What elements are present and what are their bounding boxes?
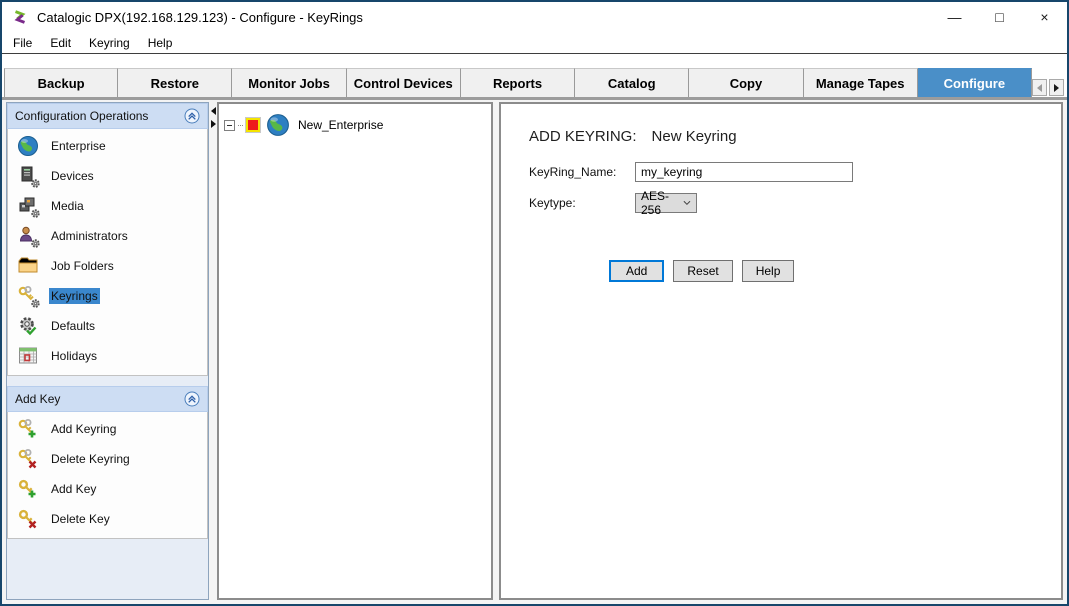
calendar-icon [17, 345, 39, 367]
sidebar-item-label: Job Folders [49, 258, 116, 274]
form-heading-label: ADD KEYRING: [529, 128, 637, 145]
keytype-row: Keytype: AES-256 [529, 193, 1051, 213]
sidebar-item-media[interactable]: Media [8, 191, 207, 221]
sidebar-item-holidays[interactable]: Holidays [8, 341, 207, 371]
reset-button[interactable]: Reset [673, 260, 732, 282]
keys-gear-icon [17, 285, 39, 307]
sidebar-item-add-keyring[interactable]: Add Keyring [8, 414, 207, 444]
media-gear-icon [17, 195, 39, 217]
sidebar-item-label: Add Key [49, 481, 98, 497]
tree-collapse-icon[interactable] [224, 120, 235, 131]
menu-bar: File Edit Keyring Help [2, 32, 1067, 54]
keys-delete-icon [17, 448, 39, 470]
server-gear-icon [17, 165, 39, 187]
tree-node-label: New_Enterprise [298, 118, 383, 132]
keyring-name-label: KeyRing_Name: [529, 165, 635, 179]
menu-file[interactable]: File [4, 34, 41, 52]
keytype-select[interactable]: AES-256 [635, 193, 697, 213]
tree-checkbox-selected[interactable] [246, 118, 260, 132]
sidebar-list-add-key: Add Keyring Delete Keyring [7, 412, 208, 539]
tab-scroll-controls [1032, 79, 1064, 96]
sidebar-item-job-folders[interactable]: Job Folders [8, 251, 207, 281]
globe-icon [266, 113, 290, 137]
sidebar-item-delete-keyring[interactable]: Delete Keyring [8, 444, 207, 474]
catalogic-logo-icon [11, 8, 29, 26]
help-button[interactable]: Help [742, 260, 795, 282]
chevron-down-icon [683, 200, 691, 206]
key-plus-icon [17, 478, 39, 500]
chevron-double-up-icon[interactable] [184, 391, 200, 407]
key-delete-icon [17, 508, 39, 530]
tab-reports[interactable]: Reports [461, 68, 575, 97]
sidebar-item-defaults[interactable]: Defaults [8, 311, 207, 341]
tab-backup[interactable]: Backup [4, 68, 118, 97]
sidebar-item-label: Delete Keyring [49, 451, 132, 467]
sidebar-item-label: Enterprise [49, 138, 108, 154]
chevron-double-up-icon[interactable] [184, 108, 200, 124]
sidebar-item-label: Holidays [49, 348, 99, 364]
tab-copy[interactable]: Copy [689, 68, 803, 97]
form-buttons: Add Reset Help [609, 260, 1051, 282]
tab-monitor-jobs[interactable]: Monitor Jobs [232, 68, 346, 97]
gear-check-icon [17, 315, 39, 337]
app-window: Catalogic DPX(192.168.129.123) - Configu… [0, 0, 1069, 606]
tab-catalog[interactable]: Catalog [575, 68, 689, 97]
close-icon[interactable]: × [1022, 2, 1067, 32]
sidebar-item-label: Add Keyring [49, 421, 118, 437]
folder-icon [17, 255, 39, 277]
section-title: Add Key [15, 392, 60, 406]
tree-node-new-enterprise[interactable]: New_Enterprise [224, 113, 486, 137]
enterprise-tree-panel: New_Enterprise [217, 102, 493, 600]
sidebar-item-keyrings[interactable]: Keyrings [8, 281, 207, 311]
keys-plus-icon [17, 418, 39, 440]
tab-scroll-right-icon[interactable] [1049, 79, 1064, 96]
main-content: Configuration Operations Enterpr [2, 100, 1067, 604]
splitter-collapse-left-icon[interactable] [211, 107, 216, 115]
add-button[interactable]: Add [609, 260, 664, 282]
sidebar-item-label: Devices [49, 168, 96, 184]
window-title: Catalogic DPX(192.168.129.123) - Configu… [37, 10, 363, 25]
maximize-icon[interactable]: □ [977, 2, 1022, 32]
sidebar-section-configuration-operations[interactable]: Configuration Operations [7, 103, 208, 129]
form-heading: ADD KEYRING: New Keyring [529, 128, 1051, 145]
keytype-label: Keytype: [529, 196, 635, 210]
section-title: Configuration Operations [15, 109, 148, 123]
keyring-name-input[interactable] [635, 162, 853, 182]
sidebar-item-label: Media [49, 198, 86, 214]
tab-control-devices[interactable]: Control Devices [347, 68, 461, 97]
form-heading-value: New Keyring [652, 128, 737, 145]
sidebar-item-enterprise[interactable]: Enterprise [8, 131, 207, 161]
sidebar-item-label: Defaults [49, 318, 97, 334]
sidebar-item-administrators[interactable]: Administrators [8, 221, 207, 251]
minimize-icon[interactable]: — [932, 2, 977, 32]
sidebar-item-label: Keyrings [49, 288, 100, 304]
tab-configure[interactable]: Configure [918, 68, 1032, 97]
menu-help[interactable]: Help [139, 34, 182, 52]
sidebar-item-label: Administrators [49, 228, 130, 244]
sidebar-item-delete-key[interactable]: Delete Key [8, 504, 207, 534]
tab-manage-tapes[interactable]: Manage Tapes [804, 68, 918, 97]
menu-edit[interactable]: Edit [41, 34, 80, 52]
tab-strip: Backup Restore Monitor Jobs Control Devi… [2, 54, 1067, 100]
sidebar-item-add-key[interactable]: Add Key [8, 474, 207, 504]
tab-restore[interactable]: Restore [118, 68, 232, 97]
tab-scroll-left-icon[interactable] [1032, 79, 1047, 96]
sidebar-list-configuration: Enterprise Devices [7, 129, 208, 376]
sidebar-item-devices[interactable]: Devices [8, 161, 207, 191]
sidebar-splitter[interactable] [209, 102, 217, 600]
add-keyring-form-panel: ADD KEYRING: New Keyring KeyRing_Name: Ke… [499, 102, 1063, 600]
title-bar: Catalogic DPX(192.168.129.123) - Configu… [2, 2, 1067, 32]
window-controls: — □ × [932, 2, 1067, 32]
sidebar-item-label: Delete Key [49, 511, 112, 527]
sidebar: Configuration Operations Enterpr [6, 102, 209, 600]
person-gear-icon [17, 225, 39, 247]
globe-icon [17, 135, 39, 157]
sidebar-section-add-key[interactable]: Add Key [7, 386, 208, 412]
sidebar-gap [7, 376, 208, 386]
keyring-name-row: KeyRing_Name: [529, 162, 1051, 182]
tree-connector [238, 125, 243, 126]
splitter-collapse-right-icon[interactable] [211, 120, 216, 128]
menu-keyring[interactable]: Keyring [80, 34, 139, 52]
keytype-selected-value: AES-256 [641, 189, 683, 217]
